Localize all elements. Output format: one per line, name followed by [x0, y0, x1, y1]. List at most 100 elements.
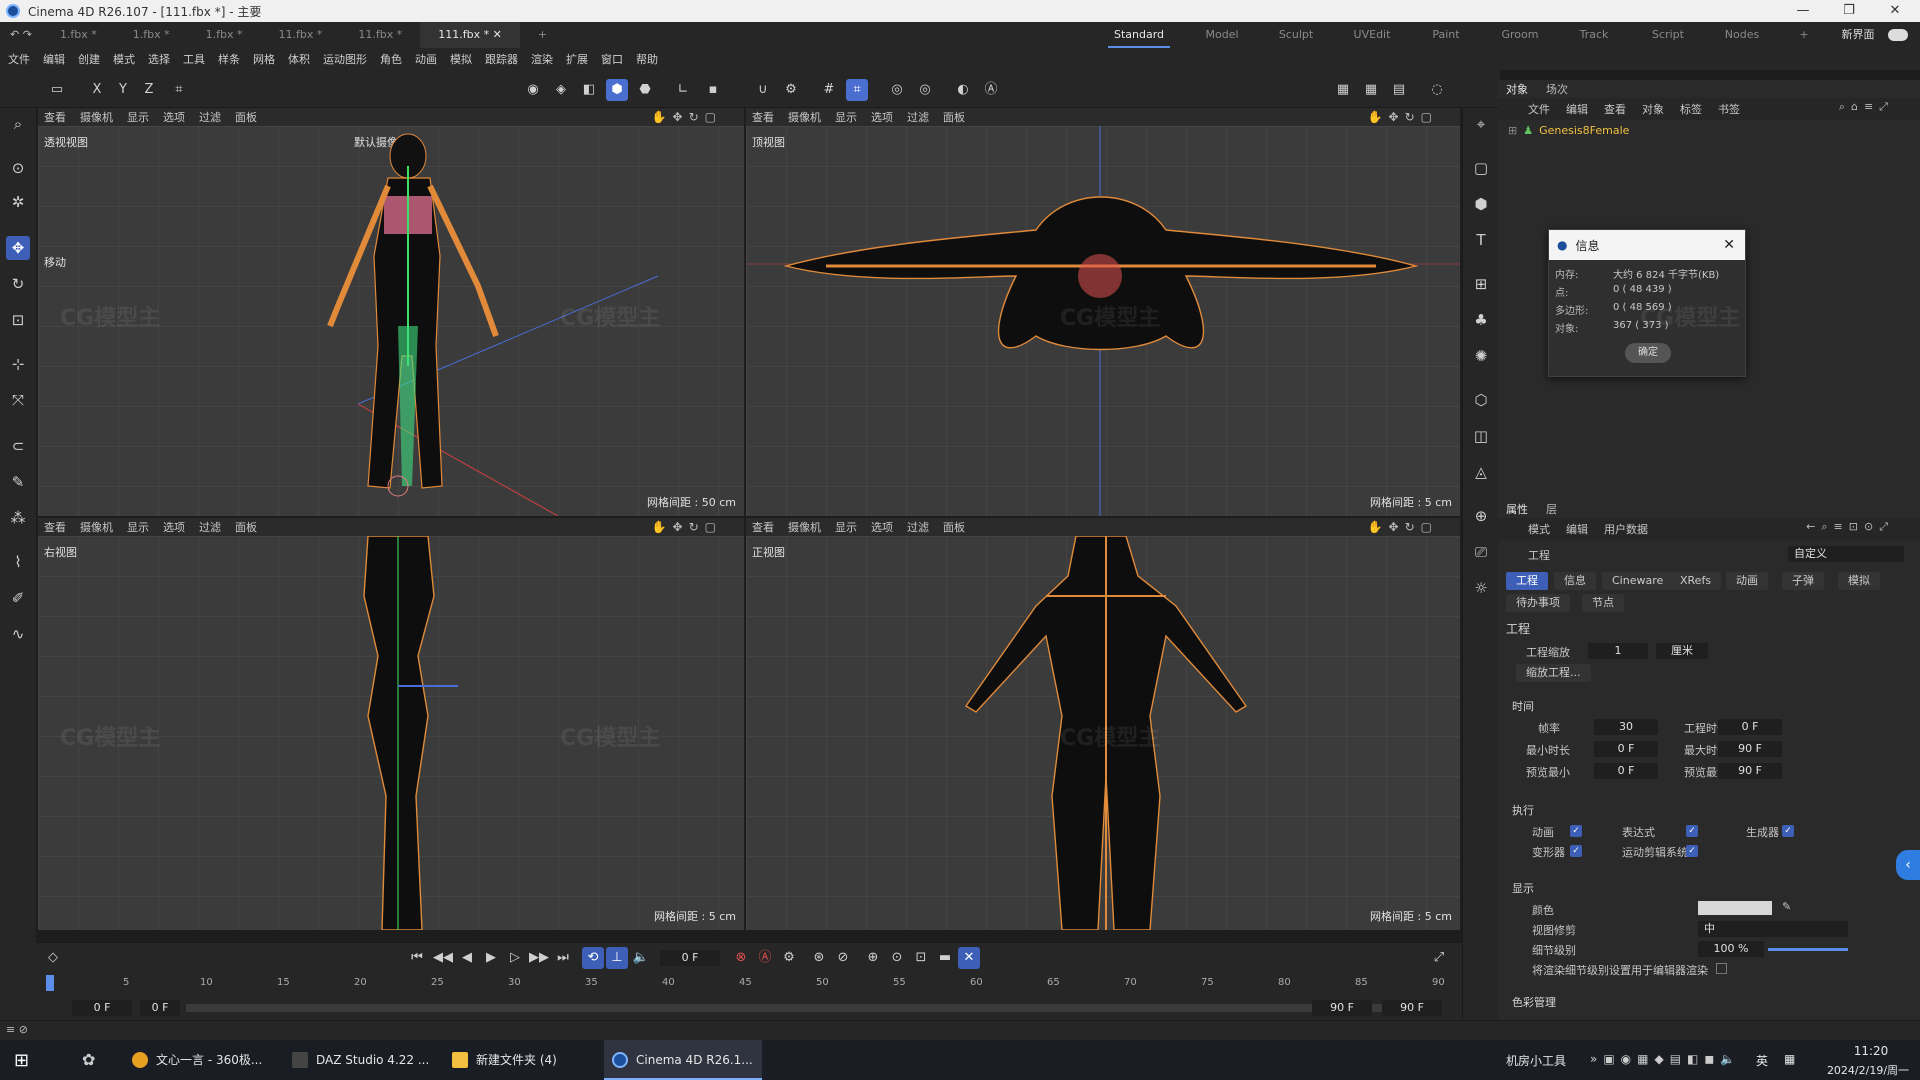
lod-editor-checkbox[interactable] — [1716, 963, 1727, 974]
transform-tool-icon[interactable]: ⤧ — [6, 388, 30, 412]
texture-mode-icon[interactable]: ▪ — [702, 79, 724, 101]
grid-icon[interactable]: # — [818, 79, 840, 101]
layout-tab-paint[interactable]: Paint — [1420, 22, 1472, 48]
render-settings-icon[interactable]: ▤ — [1388, 79, 1410, 101]
edges-mode-icon[interactable]: ◈ — [550, 79, 572, 101]
preview-min-input[interactable]: 0 F — [1594, 763, 1658, 779]
min-time-input[interactable]: 0 F — [1594, 741, 1658, 757]
eyedropper-icon[interactable]: ✎ — [1782, 900, 1791, 913]
render-icon[interactable]: ▦ — [1332, 79, 1354, 101]
section-color-management[interactable]: 色彩管理 — [1512, 994, 1556, 1010]
redshift-icon[interactable]: ◌ — [1426, 79, 1448, 101]
vp-menu-options[interactable]: 选项 — [871, 519, 893, 535]
taskbar-cinema4d[interactable]: Cinema 4D R26.1... — [604, 1040, 762, 1080]
scale-project-button[interactable]: 缩放工程... — [1516, 664, 1591, 682]
layout-tab-standard[interactable]: Standard — [1108, 22, 1170, 48]
clock-time[interactable]: 11:20 — [1836, 1044, 1906, 1058]
attr-tools-icon[interactable]: ←⌕≡⊡⊙⤢ — [1806, 520, 1894, 534]
vp-menu-camera[interactable]: 摄像机 — [788, 519, 821, 535]
loop-icon[interactable]: ⟲ — [582, 947, 604, 969]
close-button[interactable]: ✕ — [1872, 0, 1918, 22]
scale-tool-icon[interactable]: ⊡ — [6, 308, 30, 332]
target-icon[interactable]: ◎ — [914, 79, 936, 101]
preset-select[interactable]: 自定义 — [1788, 546, 1904, 562]
select-icon[interactable]: ⊙ — [6, 156, 30, 180]
attr-menu-edit[interactable]: 编辑 — [1566, 521, 1588, 537]
viewport-nav-icon[interactable]: ✋✥↻▢ — [1368, 108, 1438, 126]
current-frame-input[interactable]: 0 F — [660, 950, 720, 966]
viewport-nav-icon[interactable]: ✋✥↻▢ — [652, 108, 722, 126]
menu-mograph[interactable]: 运动图形 — [323, 51, 367, 67]
viewport-perspective[interactable]: 查看 摄像机 显示 选项 过滤 面板 ✋✥↻▢ 透视视图 默认摄像机 移动 网格… — [38, 108, 744, 516]
section-execution[interactable]: 执行 — [1512, 802, 1534, 818]
menu-edit[interactable]: 编辑 — [43, 51, 65, 67]
taskbar-daz[interactable]: DAZ Studio 4.22 ... — [284, 1040, 434, 1080]
vp-menu-view[interactable]: 查看 — [752, 109, 774, 125]
obj-menu-edit[interactable]: 编辑 — [1566, 101, 1588, 117]
gear-icon[interactable]: ⚙ — [780, 79, 802, 101]
next-key-icon[interactable]: ▶▶ — [528, 947, 550, 969]
doc-tab[interactable]: 1.fbx * — [188, 22, 261, 48]
keyboard-icon[interactable]: ▦ — [1784, 1052, 1795, 1066]
chip-cineware[interactable]: Cineware — [1602, 572, 1674, 590]
search-icon[interactable]: ⌕ — [6, 112, 30, 136]
minimize-button[interactable]: — — [1780, 0, 1826, 22]
null-icon[interactable]: ◫ — [1469, 424, 1493, 448]
ime-indicator[interactable]: 英 — [1756, 1052, 1768, 1069]
axis-x-button[interactable]: X — [86, 79, 108, 101]
chip-project[interactable]: 工程 — [1506, 572, 1548, 590]
axis-mode-icon[interactable]: ∟ — [672, 79, 694, 101]
menu-file[interactable]: 文件 — [8, 51, 30, 67]
render-picture-viewer-icon[interactable]: ▦ — [1360, 79, 1382, 101]
tab-attributes[interactable]: 属性 — [1506, 501, 1528, 517]
tray-label[interactable]: 机房小工具 — [1506, 1052, 1566, 1069]
object-name[interactable]: Genesis8Female — [1539, 124, 1629, 137]
layout-tab-groom[interactable]: Groom — [1494, 22, 1546, 48]
add-layout-icon[interactable]: + — [1792, 22, 1816, 48]
search-icon[interactable]: ⌕⌂≡⤢ — [1839, 100, 1894, 114]
weight-icon[interactable]: ⁂ — [6, 506, 30, 530]
expand-icon[interactable]: ⊞ — [1508, 124, 1517, 137]
text-icon[interactable]: T — [1469, 228, 1493, 252]
vp-menu-camera[interactable]: 摄像机 — [80, 109, 113, 125]
layout-tab-script[interactable]: Script — [1642, 22, 1694, 48]
obj-menu-view[interactable]: 查看 — [1604, 101, 1626, 117]
object-row[interactable]: ⊞ ♟ Genesis8Female — [1508, 124, 1629, 137]
vp-menu-filter[interactable]: 过滤 — [907, 519, 929, 535]
lod-input[interactable]: 100 % — [1698, 941, 1764, 957]
sound-icon[interactable]: 🔈 — [630, 947, 652, 969]
expand-panel-icon[interactable]: ‹ — [1896, 850, 1920, 880]
menu-select[interactable]: 选择 — [148, 51, 170, 67]
vp-menu-options[interactable]: 选项 — [163, 109, 185, 125]
section-display[interactable]: 显示 — [1512, 880, 1534, 896]
menu-volume[interactable]: 体积 — [288, 51, 310, 67]
doc-tab[interactable]: 1.fbx * — [115, 22, 188, 48]
vp-menu-view[interactable]: 查看 — [44, 109, 66, 125]
chip-simulation[interactable]: 模拟 — [1838, 572, 1880, 590]
project-length-input[interactable]: 0 F — [1718, 719, 1782, 735]
tab-close-icon[interactable]: ✕ — [493, 28, 502, 41]
keyframe-icon[interactable]: ◇ — [42, 947, 64, 969]
magnet-icon[interactable]: ∪ — [752, 79, 774, 101]
light-icon[interactable]: ☼ — [1469, 576, 1493, 600]
doc-tab-active[interactable]: 111.fbx * ✕ — [420, 22, 520, 48]
vp-menu-filter[interactable]: 过滤 — [907, 109, 929, 125]
prev-key-icon[interactable]: ◀◀ — [432, 947, 454, 969]
chip-info[interactable]: 信息 — [1554, 572, 1596, 590]
range-slider[interactable] — [186, 1004, 1386, 1012]
object-mode-icon[interactable]: ⬣ — [634, 79, 656, 101]
vp-menu-panel[interactable]: 面板 — [235, 109, 257, 125]
chip-nodes[interactable]: 节点 — [1582, 594, 1624, 612]
vp-menu-display[interactable]: 显示 — [835, 109, 857, 125]
menu-window[interactable]: 窗口 — [601, 51, 623, 67]
axis-y-button[interactable]: Y — [112, 79, 134, 101]
deformer-icon[interactable]: ✺ — [1469, 344, 1493, 368]
exec-deformers-checkbox[interactable]: ✓ — [1570, 845, 1582, 857]
rotate-tool-icon[interactable]: ↻ — [6, 272, 30, 296]
doc-tab[interactable]: 11.fbx * — [261, 22, 341, 48]
vp-menu-camera[interactable]: 摄像机 — [80, 519, 113, 535]
fps-input[interactable]: 30 — [1594, 719, 1658, 735]
viewport-front[interactable]: 查看 摄像机 显示 选项 过滤 面板 ✋✥↻▢ 正视图 网格间距 : 5 cm — [746, 518, 1460, 930]
menu-character[interactable]: 角色 — [380, 51, 402, 67]
key-scale-icon[interactable]: ⊕ — [862, 947, 884, 969]
